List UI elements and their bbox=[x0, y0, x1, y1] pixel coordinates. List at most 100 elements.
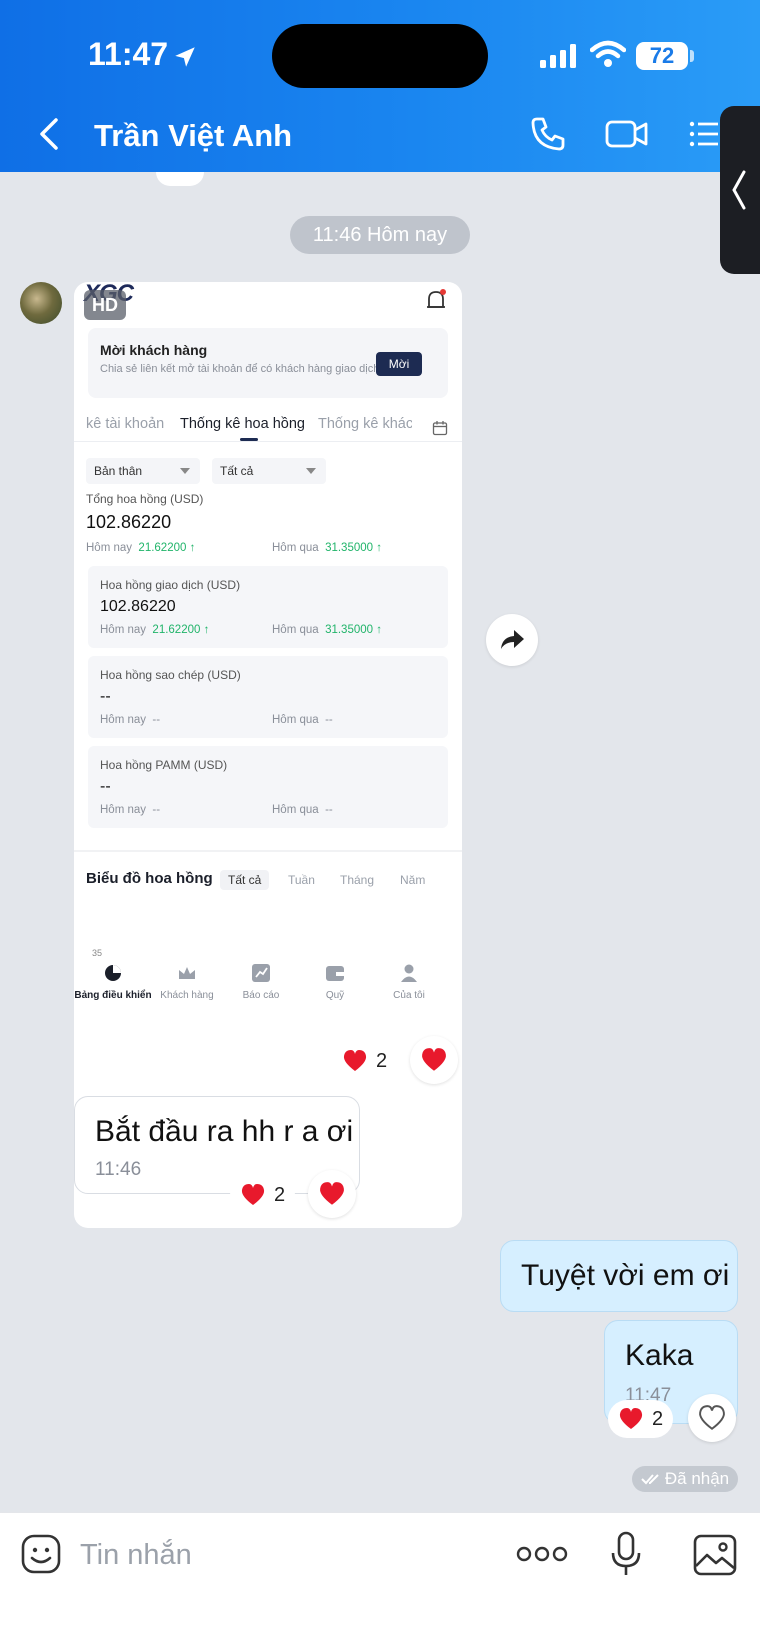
reaction-summary[interactable]: 2 bbox=[230, 1176, 296, 1214]
filter-all-dropdown: Tất cả bbox=[212, 458, 326, 484]
pamm-commission-value: -- bbox=[100, 778, 111, 795]
react-heart-button[interactable] bbox=[410, 1036, 458, 1084]
copy-commission-box: Hoa hồng sao chép (USD) -- Hôm nay -- Hô… bbox=[88, 656, 448, 738]
chat-header: 11:47 72 Trần Việt Anh bbox=[0, 0, 760, 172]
nav-dashboard: Bảng điều khiển bbox=[74, 962, 152, 1001]
location-arrow-icon bbox=[175, 47, 195, 67]
copy-commission-label: Hoa hồng sao chép (USD) bbox=[100, 668, 241, 682]
invite-title: Mời khách hàng bbox=[100, 342, 208, 358]
nav-customers: Khách hàng bbox=[148, 962, 226, 1001]
section-divider bbox=[74, 850, 462, 852]
crown-icon bbox=[179, 967, 195, 979]
heart-icon bbox=[619, 1408, 643, 1429]
forward-arrow-icon bbox=[501, 630, 524, 649]
period-week: Tuần bbox=[288, 873, 315, 887]
total-commission-value: 102.86220 bbox=[86, 512, 172, 532]
commission-chart-title: Biểu đồ hoa hồng bbox=[86, 870, 213, 887]
heart-icon bbox=[343, 1050, 367, 1071]
microphone-icon[interactable] bbox=[610, 1531, 642, 1577]
total-commission-label: Tổng hoa hồng (USD) bbox=[86, 492, 204, 506]
invite-subtitle: Chia sẻ liên kết mở tài khoản để có khác… bbox=[100, 363, 380, 375]
tab-other-stats: Thống kê khác bbox=[318, 416, 412, 432]
chat-area[interactable]: 11:46 Hôm nay XGC HD Mời khách hàng Chia… bbox=[0, 172, 760, 1512]
pamm-commission-box: Hoa hồng PAMM (USD) -- Hôm nay -- Hôm qu… bbox=[88, 746, 448, 828]
message-text: Kaka bbox=[625, 1339, 694, 1372]
trade-commission-label: Hoa hồng giao dịch (USD) bbox=[100, 578, 241, 592]
trade-commission-value: 102.86220 bbox=[100, 598, 176, 615]
more-options-icon[interactable] bbox=[516, 1539, 568, 1569]
period-year: Năm bbox=[400, 873, 426, 887]
phone-call-icon[interactable] bbox=[528, 114, 568, 154]
menu-list-icon[interactable] bbox=[688, 114, 718, 154]
wallet-icon bbox=[326, 966, 344, 981]
tab-commission-stats: Thống kê hoa hồng bbox=[180, 416, 305, 432]
bell-icon bbox=[427, 289, 446, 308]
reaction-summary[interactable]: 2 bbox=[608, 1400, 674, 1438]
sticker-icon[interactable] bbox=[20, 1533, 62, 1575]
reaction-count: 2 bbox=[376, 1049, 388, 1072]
image-picker-icon[interactable] bbox=[692, 1533, 738, 1577]
message-text: Tuyệt vời em ơi bbox=[521, 1259, 730, 1292]
copy-yesterday: Hôm qua -- bbox=[272, 714, 333, 726]
message-text: Bắt đầu ra hh r a ơi bbox=[95, 1115, 354, 1148]
tab-account-stats: kê tài khoản bbox=[86, 416, 165, 432]
filter-self-label: Bản thân bbox=[94, 464, 143, 478]
trade-commission-box: Hoa hồng giao dịch (USD) 102.86220 Hôm n… bbox=[88, 566, 448, 648]
heart-icon bbox=[320, 1182, 344, 1205]
wifi-icon bbox=[590, 40, 626, 67]
message-composer bbox=[0, 1512, 760, 1652]
nav-reports: Báo cáo bbox=[222, 962, 300, 1001]
date-divider: 11:46 Hôm nay bbox=[290, 216, 470, 254]
copy-today: Hôm nay -- bbox=[100, 714, 161, 726]
trade-yesterday: Hôm qua 31.35000 ↑ bbox=[272, 624, 382, 636]
message-input[interactable] bbox=[80, 1533, 460, 1577]
hd-badge: HD bbox=[84, 290, 126, 320]
heart-outline-icon bbox=[699, 1405, 725, 1430]
back-button[interactable] bbox=[34, 114, 64, 154]
nav-funds: Quỹ bbox=[296, 962, 374, 1001]
battery-tip bbox=[690, 50, 694, 62]
reaction-count: 2 bbox=[274, 1183, 286, 1206]
nav-profile: Của tôi bbox=[370, 962, 448, 1001]
forward-button[interactable] bbox=[486, 614, 538, 666]
reaction-summary[interactable]: 2 bbox=[332, 1042, 398, 1080]
pamm-commission-label: Hoa hồng PAMM (USD) bbox=[100, 758, 228, 772]
invite-button: Mời bbox=[376, 352, 422, 376]
chart-axis-tick: 35 bbox=[92, 948, 103, 958]
report-chart-icon bbox=[252, 964, 270, 982]
total-today: Hôm nay 21.62200 ↑ bbox=[86, 542, 196, 554]
total-yesterday: Hôm qua 31.35000 ↑ bbox=[272, 542, 382, 554]
dynamic-island bbox=[272, 24, 488, 88]
period-all: Tất cả bbox=[220, 870, 270, 890]
previous-message-edge bbox=[156, 172, 204, 186]
pamm-yesterday: Hôm qua -- bbox=[272, 804, 333, 816]
pamm-today: Hôm nay -- bbox=[100, 804, 161, 816]
calendar-icon bbox=[432, 421, 448, 436]
filter-self-dropdown: Bản thân bbox=[86, 458, 200, 484]
heart-icon bbox=[241, 1184, 265, 1205]
image-message[interactable]: XGC HD Mời khách hàng Chia sẻ liên kết m… bbox=[74, 282, 462, 1228]
tab-underline bbox=[240, 438, 258, 441]
period-month: Tháng bbox=[340, 873, 375, 887]
app-bottom-nav: Bảng điều khiển Khách hàng Báo cáo Quỹ C… bbox=[74, 958, 462, 1018]
contact-name[interactable]: Trần Việt Anh bbox=[94, 118, 292, 154]
seen-status: Đã nhận bbox=[632, 1466, 738, 1492]
stats-tabs: kê tài khoản Thống kê hoa hồng Thống kê … bbox=[74, 412, 462, 442]
double-check-icon bbox=[641, 1474, 659, 1485]
react-heart-button[interactable] bbox=[308, 1170, 356, 1218]
status-time: 11:47 bbox=[88, 36, 169, 72]
user-icon bbox=[401, 964, 417, 982]
avatar[interactable] bbox=[20, 282, 62, 324]
message-time: 11:46 bbox=[95, 1159, 142, 1180]
video-call-icon[interactable] bbox=[604, 114, 650, 154]
reaction-count: 2 bbox=[652, 1407, 664, 1430]
battery-indicator: 72 bbox=[636, 42, 688, 70]
filter-all-label: Tất cả bbox=[220, 464, 254, 478]
trade-today: Hôm nay 21.62200 ↑ bbox=[100, 624, 210, 636]
outgoing-message[interactable]: Tuyệt vời em ơi bbox=[500, 1240, 738, 1312]
pie-chart-icon bbox=[105, 965, 121, 981]
signal-icon bbox=[540, 44, 576, 68]
react-heart-button[interactable] bbox=[688, 1394, 736, 1442]
copy-commission-value: -- bbox=[100, 688, 111, 705]
invite-banner: Mời khách hàng Chia sẻ liên kết mở tài k… bbox=[88, 328, 448, 398]
